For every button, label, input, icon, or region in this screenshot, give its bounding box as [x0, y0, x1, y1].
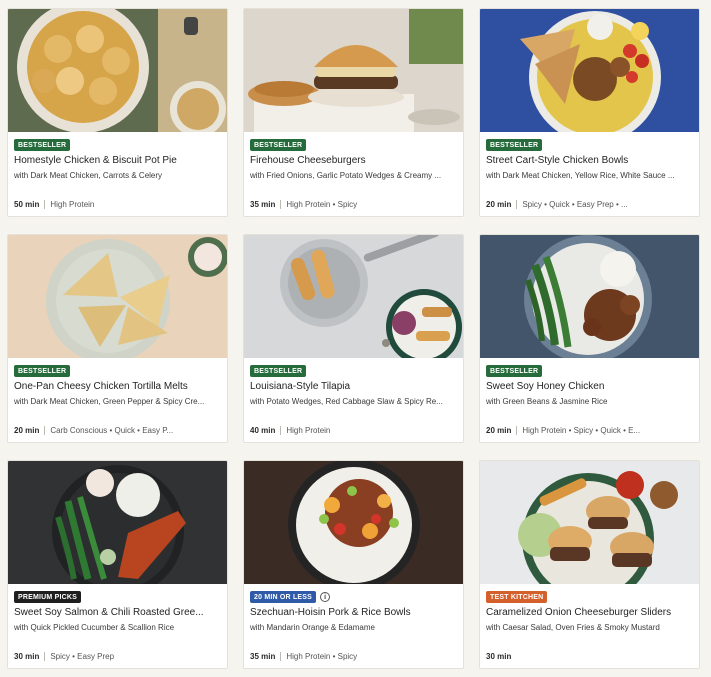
meta-divider — [44, 426, 46, 435]
recipe-subtitle: with Green Beans & Jasmine Rice — [486, 397, 608, 406]
badge-bestseller: BESTSELLER — [14, 139, 71, 151]
recipe-card[interactable]: BESTSELLER Street Cart-Style Chicken Bow… — [479, 8, 700, 217]
cook-time: 35 min — [250, 652, 276, 661]
recipe-title[interactable]: Sweet Soy Salmon & Chili Roasted Gree... — [14, 606, 221, 619]
cheeseburger-image — [244, 9, 463, 132]
recipe-tags: Spicy • Quick • Easy Prep • ... — [522, 200, 628, 209]
recipe-tags: High Protein — [50, 200, 95, 209]
badge-test-kitchen: TEST KITCHEN — [486, 591, 548, 603]
recipe-card[interactable]: BESTSELLER Louisiana-Style Tilapia with … — [243, 234, 464, 443]
recipe-card[interactable]: PREMIUM PICKS Sweet Soy Salmon & Chili R… — [7, 460, 228, 669]
recipe-title[interactable]: One-Pan Cheesy Chicken Tortilla Melts — [14, 380, 221, 393]
recipe-grid: BESTSELLER Homestyle Chicken & Biscuit P… — [7, 8, 704, 669]
cook-time: 30 min — [486, 652, 512, 661]
recipe-title[interactable]: Street Cart-Style Chicken Bowls — [486, 154, 693, 167]
recipe-card[interactable]: BESTSELLER Firehouse Cheeseburgers with … — [243, 8, 464, 217]
badge-bestseller: BESTSELLER — [250, 139, 307, 151]
recipe-image[interactable] — [244, 461, 463, 584]
recipe-title[interactable]: Sweet Soy Honey Chicken — [486, 380, 693, 393]
meta-divider — [44, 652, 46, 661]
recipe-image[interactable] — [8, 235, 227, 358]
cook-time: 20 min — [486, 200, 512, 209]
meta-divider — [44, 200, 46, 209]
meta-divider — [280, 426, 282, 435]
recipe-meta: 35 min High Protein • Spicy — [250, 651, 457, 662]
recipe-meta: 35 min High Protein • Spicy — [250, 199, 457, 210]
chicken-bowl-image — [480, 9, 699, 132]
recipe-image[interactable] — [8, 461, 227, 584]
recipe-meta: 50 min High Protein — [14, 199, 221, 210]
recipe-meta: 40 min High Protein — [250, 425, 457, 436]
badge-bestseller: BESTSELLER — [486, 139, 543, 151]
pork-bowl-image — [244, 461, 463, 584]
meta-divider — [280, 200, 282, 209]
recipe-title[interactable]: Homestyle Chicken & Biscuit Pot Pie — [14, 154, 221, 167]
badge-premium-picks: PREMIUM PICKS — [14, 591, 81, 603]
meta-divider — [516, 200, 518, 209]
recipe-card[interactable]: BESTSELLER Sweet Soy Honey Chicken with … — [479, 234, 700, 443]
meta-divider — [516, 426, 518, 435]
pot-pie-image — [8, 9, 227, 132]
recipe-image[interactable] — [244, 235, 463, 358]
sliders-image — [480, 461, 699, 584]
recipe-title[interactable]: Caramelized Onion Cheeseburger Sliders — [486, 606, 693, 619]
tilapia-image — [244, 235, 463, 358]
recipe-card[interactable]: BESTSELLER Homestyle Chicken & Biscuit P… — [7, 8, 228, 217]
recipe-subtitle: with Quick Pickled Cucumber & Scallion R… — [14, 623, 175, 632]
recipe-meta: 20 min Spicy • Quick • Easy Prep • ... — [486, 199, 693, 210]
badge-bestseller: BESTSELLER — [250, 365, 307, 377]
recipe-tags: High Protein — [286, 426, 331, 435]
recipe-meta: 20 min Carb Conscious • Quick • Easy P..… — [14, 425, 221, 436]
recipe-title[interactable]: Firehouse Cheeseburgers — [250, 154, 457, 167]
meta-divider — [280, 652, 282, 661]
cook-time: 20 min — [486, 426, 512, 435]
tortilla-melt-image — [8, 235, 227, 358]
honey-chicken-image — [480, 235, 699, 358]
recipe-meta: 20 min High Protein • Spicy • Quick • E.… — [486, 425, 693, 436]
badge-bestseller: BESTSELLER — [14, 365, 71, 377]
recipe-subtitle: with Dark Meat Chicken, Green Pepper & S… — [14, 397, 205, 406]
cook-time: 40 min — [250, 426, 276, 435]
recipe-subtitle: with Caesar Salad, Oven Fries & Smoky Mu… — [486, 623, 660, 632]
badge-bestseller: BESTSELLER — [486, 365, 543, 377]
recipe-tags: High Protein • Spicy — [286, 200, 358, 209]
cook-time: 35 min — [250, 200, 276, 209]
recipe-title[interactable]: Szechuan-Hoisin Pork & Rice Bowls — [250, 606, 457, 619]
recipe-tags: Spicy • Easy Prep — [50, 652, 115, 661]
cook-time: 50 min — [14, 200, 40, 209]
recipe-subtitle: with Mandarin Orange & Edamame — [250, 623, 375, 632]
recipe-card[interactable]: 20 MIN OR LESS i Szechuan-Hoisin Pork & … — [243, 460, 464, 669]
info-icon[interactable]: i — [320, 592, 331, 602]
recipe-subtitle: with Potato Wedges, Red Cabbage Slaw & S… — [250, 397, 443, 406]
recipe-tags: Carb Conscious • Quick • Easy P... — [50, 426, 174, 435]
recipe-subtitle: with Dark Meat Chicken, Yellow Rice, Whi… — [486, 171, 675, 180]
recipe-image[interactable] — [480, 461, 699, 584]
recipe-image[interactable] — [8, 9, 227, 132]
recipe-meta: 30 min — [486, 651, 693, 662]
recipe-image[interactable] — [244, 9, 463, 132]
recipe-tags: High Protein • Spicy — [286, 652, 358, 661]
recipe-image[interactable] — [480, 235, 699, 358]
recipe-subtitle: with Fried Onions, Garlic Potato Wedges … — [250, 171, 442, 180]
recipe-meta: 30 min Spicy • Easy Prep — [14, 651, 221, 662]
recipe-title[interactable]: Louisiana-Style Tilapia — [250, 380, 457, 393]
recipe-subtitle: with Dark Meat Chicken, Carrots & Celery — [14, 171, 163, 180]
cook-time: 20 min — [14, 426, 40, 435]
salmon-image — [8, 461, 227, 584]
recipe-image[interactable] — [480, 9, 699, 132]
recipe-card[interactable]: BESTSELLER One-Pan Cheesy Chicken Tortil… — [7, 234, 228, 443]
cook-time: 30 min — [14, 652, 40, 661]
recipe-card[interactable]: TEST KITCHEN Caramelized Onion Cheesebur… — [479, 460, 700, 669]
badge-20-min-or-less: 20 MIN OR LESS — [250, 591, 317, 603]
recipe-tags: High Protein • Spicy • Quick • E... — [522, 426, 641, 435]
